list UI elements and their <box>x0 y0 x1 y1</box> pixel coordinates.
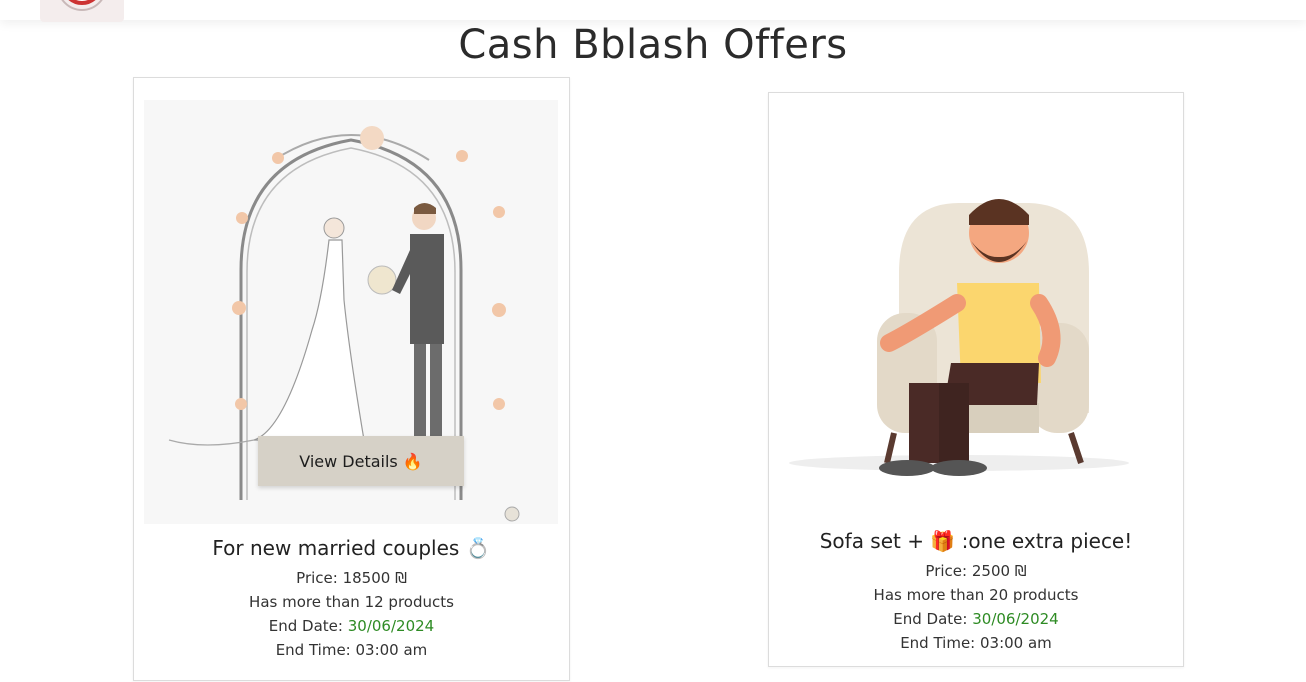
offer-end-time: End Time: 03:00 am <box>275 641 428 659</box>
offer-price: Price: 2500 ₪ <box>769 559 1183 583</box>
offer-end-time: End Time: 03:00 am <box>900 634 1052 652</box>
offer-products: Has more than 12 products <box>249 593 454 611</box>
page-title: Cash Bblash Offers <box>458 22 848 68</box>
offer-end-date: End Date: 30/06/2024 <box>134 614 569 638</box>
offer-info: For new married couples 💍 Price: 18500 ₪… <box>134 536 569 662</box>
end-date-label: End Date: <box>268 617 343 635</box>
offer-end-date: End Date: 30/06/2024 <box>769 607 1183 631</box>
man-in-armchair-illustration <box>789 133 1163 478</box>
end-date-value: 30/06/2024 <box>972 610 1059 628</box>
end-date-label: End Date: <box>893 610 968 628</box>
offer-title: For new married couples 💍 <box>212 536 491 560</box>
price-value: 18500 ₪ <box>342 569 407 587</box>
wedding-couple-illustration: View Details 🔥 <box>144 100 558 524</box>
price-value: 2500 ₪ <box>971 562 1027 580</box>
offer-title: Sofa set + 🎁 :one extra piece! <box>819 529 1133 553</box>
offer-card[interactable]: Sofa set + 🎁 :one extra piece! Price: 25… <box>768 92 1184 667</box>
price-label: Price: <box>925 562 968 580</box>
price-label: Price: <box>296 569 338 587</box>
offer-info: Sofa set + 🎁 :one extra piece! Price: 25… <box>769 529 1183 655</box>
logo-icon[interactable] <box>40 0 124 22</box>
view-details-button[interactable]: View Details 🔥 <box>258 436 464 486</box>
top-navbar <box>0 0 1306 22</box>
offer-card[interactable]: View Details 🔥 For new married couples 💍… <box>133 77 570 681</box>
offer-products: Has more than 20 products <box>873 586 1079 604</box>
offer-price: Price: 18500 ₪ <box>134 566 569 590</box>
end-date-value: 30/06/2024 <box>347 617 435 635</box>
